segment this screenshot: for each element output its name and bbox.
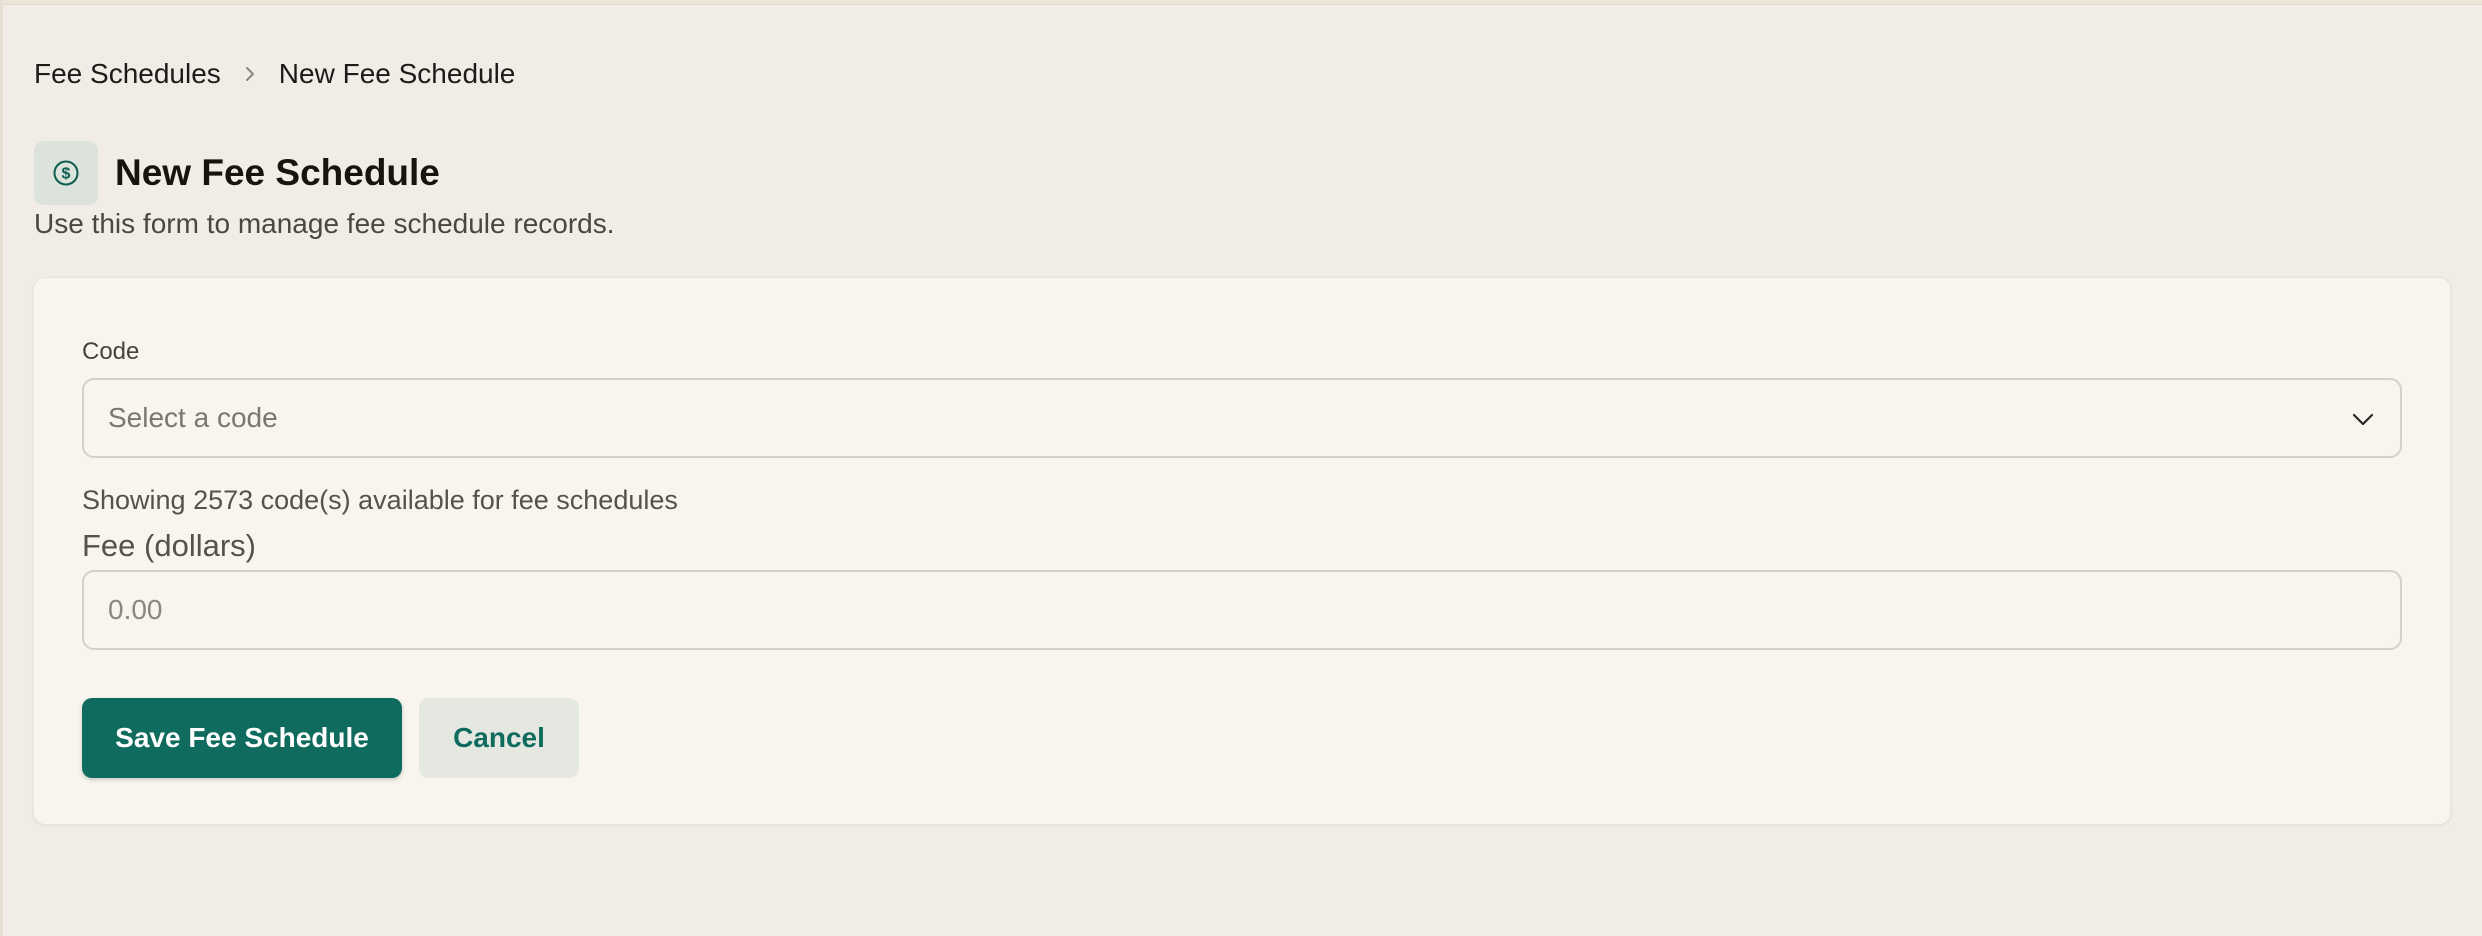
code-select[interactable]: Select a code: [82, 378, 2402, 458]
top-border: [0, 0, 2482, 5]
svg-text:$: $: [62, 166, 71, 183]
breadcrumb: Fee Schedules New Fee Schedule: [34, 56, 515, 92]
chevron-down-icon: [2348, 404, 2378, 434]
chevron-right-icon: [221, 65, 279, 83]
code-select-placeholder: Select a code: [108, 402, 278, 433]
fee-input[interactable]: [82, 570, 2402, 650]
page-subtitle: Use this form to manage fee schedule rec…: [34, 208, 615, 239]
left-border: [0, 0, 3, 936]
fee-label: Fee (dollars): [82, 528, 256, 563]
save-fee-schedule-button[interactable]: Save Fee Schedule: [82, 698, 402, 778]
code-label: Code: [82, 338, 140, 365]
dollar-circle-icon: $: [34, 141, 98, 205]
code-help-text: Showing 2573 code(s) available for fee s…: [82, 485, 678, 515]
page-header: $ New Fee Schedule: [34, 141, 440, 205]
cancel-button[interactable]: Cancel: [419, 698, 579, 778]
breadcrumb-current: New Fee Schedule: [278, 58, 516, 89]
breadcrumb-link-fee-schedules[interactable]: Fee Schedules: [34, 58, 221, 90]
page-title: New Fee Schedule: [115, 152, 440, 193]
fee-schedule-form-card: Code Select a code Showing 2573 code(s) …: [33, 277, 2451, 825]
